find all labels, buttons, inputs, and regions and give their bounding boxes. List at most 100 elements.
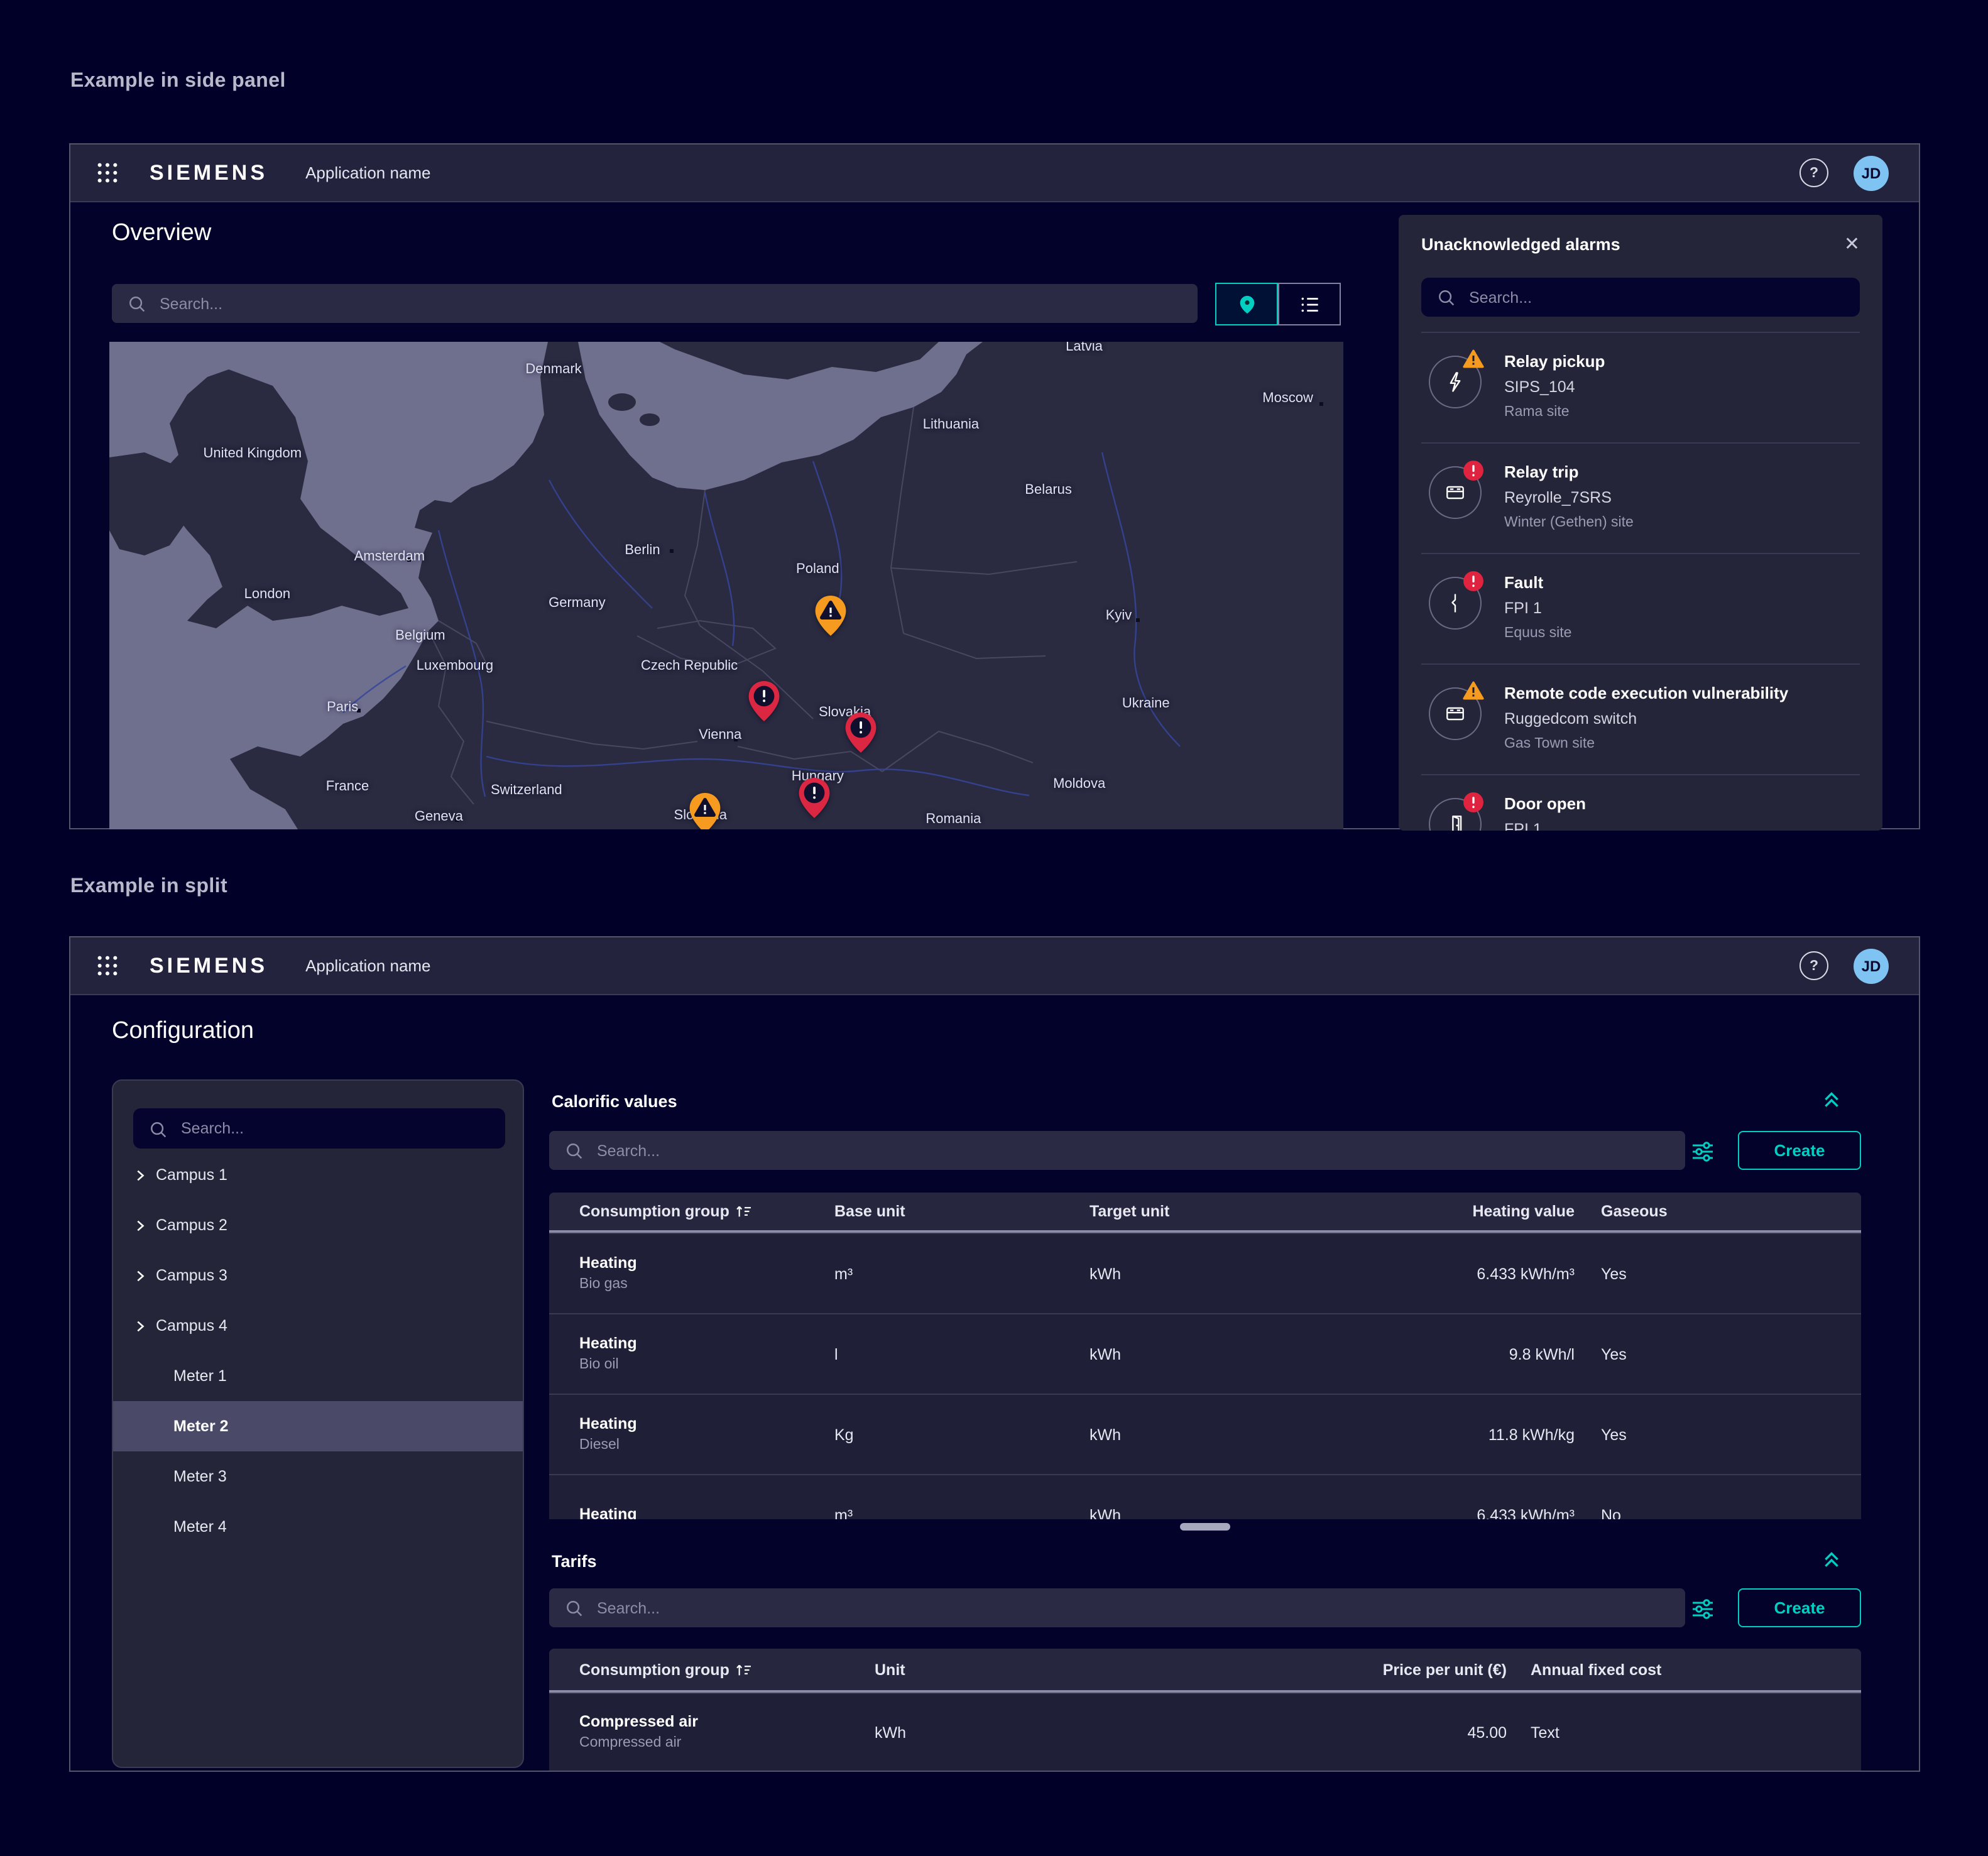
alarm-site: Winter (Gethen) site [1504, 510, 1634, 535]
create-tarif-button[interactable]: Create [1738, 1588, 1861, 1627]
map-label: Denmark [525, 362, 581, 377]
column-consumption-group[interactable]: Consumption group [579, 1203, 834, 1220]
sidebar-item-meter-3[interactable]: Meter 3 [113, 1451, 523, 1502]
map-label: Luxembourg [417, 658, 493, 674]
map-label: Belgium [395, 628, 445, 643]
create-calorific-button[interactable]: Create [1738, 1131, 1861, 1170]
sidebar-item-campus-2[interactable]: Campus 2 [113, 1200, 523, 1250]
alarm-item[interactable]: Fault FPI 1 Equus site [1421, 553, 1860, 663]
window-configuration: SIEMENS Application name ? JD Configurat… [69, 936, 1920, 1772]
collapse-section-icon[interactable] [1821, 1548, 1842, 1569]
map-label: Germany [549, 596, 606, 611]
relay-device-icon [1429, 466, 1482, 519]
search-icon [564, 1598, 583, 1617]
fault-icon [1429, 577, 1482, 630]
app-switcher-icon[interactable] [92, 158, 122, 188]
list-icon [1297, 292, 1321, 316]
page-title: Overview [112, 220, 211, 248]
tree-search-input[interactable] [178, 1118, 490, 1138]
tarifs-table: Consumption group Unit Price per unit (€… [549, 1649, 1861, 1771]
map-label: Paris [327, 700, 358, 715]
alarms-panel-title: Unacknowledged alarms [1421, 234, 1620, 253]
sidebar-item-campus-4[interactable]: Campus 4 [113, 1301, 523, 1351]
sidebar-item-campus-1[interactable]: Campus 1 [113, 1150, 523, 1200]
filter-icon[interactable] [1686, 1588, 1719, 1627]
map-label: Berlin [625, 543, 660, 558]
list-view-button[interactable] [1278, 283, 1341, 325]
sidebar-item-meter-1[interactable]: Meter 1 [113, 1351, 523, 1401]
alarm-device: Ruggedcom switch [1504, 706, 1788, 731]
alarm-item[interactable]: Relay pickup SIPS_104 Rama site [1421, 332, 1860, 442]
map-label: Kyiv [1106, 608, 1132, 623]
column-consumption-group[interactable]: Consumption group [579, 1661, 875, 1678]
map-label: Geneva [415, 809, 463, 824]
search-icon [148, 1119, 167, 1138]
table-row[interactable]: HeatingDiesel Kg kWh 11.8 kWh/kg Yes [549, 1394, 1861, 1474]
alarm-title: Remote code execution vulnerability [1504, 681, 1788, 706]
table-row[interactable]: HeatingBio gas m³ kWh 6.433 kWh/m³ Yes [549, 1233, 1861, 1313]
configuration-content: Calorific values Create Consumption grou… [549, 937, 1862, 1771]
error-badge-icon [1463, 570, 1484, 592]
table-row[interactable]: HeatingBio oil l kWh 9.8 kWh/l Yes [549, 1313, 1861, 1394]
alarm-item[interactable]: Door open FPI 1 [1421, 774, 1860, 831]
warning-badge-icon [1463, 681, 1484, 702]
map-alarm-pin[interactable] [797, 777, 830, 819]
column-base-unit[interactable]: Base unit [834, 1203, 1090, 1220]
map-label: United Kingdom [204, 446, 302, 461]
alarm-title: Fault [1504, 570, 1571, 596]
map-label: Moscow [1262, 391, 1313, 406]
table-row[interactable]: Compressed airCompressed air kWh 45.00 T… [549, 1693, 1861, 1771]
collapse-section-icon[interactable] [1821, 1088, 1842, 1110]
overview-search [112, 284, 1198, 323]
map-view-button[interactable] [1215, 283, 1278, 325]
table-row[interactable]: Heating m³ kWh 6.433 kWh/m³ No [549, 1474, 1861, 1519]
close-icon[interactable]: ✕ [1844, 234, 1860, 253]
sort-icon [736, 1662, 755, 1677]
app-header: SIEMENS Application name ? JD [70, 145, 1919, 202]
alarm-site: Equus site [1504, 621, 1571, 646]
siemens-logo: SIEMENS [150, 160, 268, 185]
help-icon[interactable]: ? [1800, 158, 1828, 187]
alarm-item[interactable]: Remote code execution vulnerability Rugg… [1421, 663, 1860, 774]
chevron-right-icon [133, 1269, 147, 1282]
app-switcher-icon[interactable] [92, 951, 122, 981]
column-target-unit[interactable]: Target unit [1090, 1203, 1318, 1220]
error-badge-icon [1463, 792, 1484, 813]
search-input[interactable] [157, 293, 1182, 314]
alarm-site: Rama site [1504, 400, 1605, 425]
sidebar-item-campus-3[interactable]: Campus 3 [113, 1250, 523, 1301]
column-unit[interactable]: Unit [875, 1661, 1152, 1678]
sidebar-item-meter-4[interactable]: Meter 4 [113, 1502, 523, 1552]
table-scrollbar[interactable] [1180, 1523, 1230, 1531]
calorific-search-input[interactable] [594, 1140, 1670, 1160]
alarms-search-input[interactable] [1466, 287, 1845, 307]
map-alarm-pin[interactable] [748, 680, 780, 723]
column-gaseous[interactable]: Gaseous [1575, 1203, 1831, 1220]
column-annual-fixed-cost[interactable]: Annual fixed cost [1507, 1661, 1831, 1678]
map-alarm-pin[interactable] [689, 792, 722, 829]
alarm-item[interactable]: Relay trip Reyrolle_7SRS Winter (Gethen)… [1421, 442, 1860, 553]
search-icon [564, 1141, 583, 1160]
calorific-table-header: Consumption group Base unit Target unit … [549, 1193, 1861, 1233]
warning-badge-icon [1463, 349, 1484, 371]
tree-search [133, 1108, 505, 1149]
map-alarm-pin[interactable] [844, 711, 877, 754]
map-label: Switzerland [491, 783, 562, 798]
tarifs-search-input[interactable] [594, 1598, 1670, 1618]
alarm-title: Relay trip [1504, 460, 1634, 485]
filter-icon[interactable] [1686, 1131, 1719, 1170]
tarifs-section-title: Tarifs [552, 1552, 597, 1571]
column-heating-value[interactable]: Heating value [1318, 1203, 1575, 1220]
column-price-per-unit[interactable]: Price per unit (€) [1152, 1661, 1507, 1678]
tarifs-search [549, 1588, 1685, 1627]
example-heading-side-panel: Example in side panel [70, 70, 286, 93]
calorific-section-title: Calorific values [552, 1092, 677, 1111]
chevron-right-icon [133, 1218, 147, 1232]
map-alarm-pin[interactable] [814, 594, 847, 637]
europe-map[interactable]: LatviaDenmarkMoscowLithuaniaUnited Kingd… [109, 342, 1343, 829]
sidebar-item-meter-2[interactable]: Meter 2 [113, 1401, 523, 1451]
alarm-device: SIPS_104 [1504, 374, 1605, 400]
avatar[interactable]: JD [1854, 155, 1889, 190]
door-icon [1429, 798, 1482, 831]
map-label: Czech Republic [641, 658, 738, 674]
